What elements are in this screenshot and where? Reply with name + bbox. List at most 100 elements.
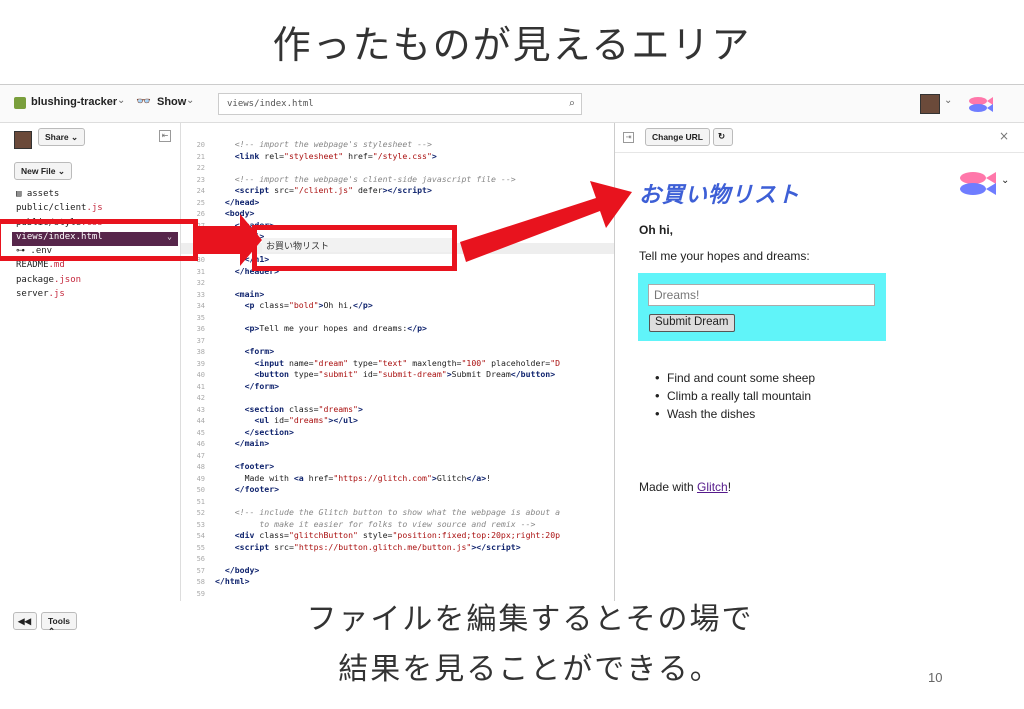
- code-line[interactable]: 50 </footer>: [181, 484, 614, 496]
- new-file-label: New File: [21, 166, 56, 176]
- chevron-down-icon[interactable]: ⌄: [117, 95, 125, 106]
- collapse-sidebar-icon[interactable]: ⇤: [159, 130, 171, 142]
- code-line[interactable]: 22: [181, 162, 614, 174]
- dream-input[interactable]: Dreams!: [648, 284, 875, 306]
- code-line[interactable]: 39 <input name="dream" type="text" maxle…: [181, 358, 614, 370]
- code-line[interactable]: 25 </head>: [181, 197, 614, 209]
- code-line[interactable]: 52 <!-- include the Glitch button to sho…: [181, 507, 614, 519]
- top-bar: blushing-tracker ⌄ 👓 Show ⌄ views/index.…: [0, 85, 1024, 123]
- code-line[interactable]: 55 <script src="https://button.glitch.me…: [181, 542, 614, 554]
- refresh-icon[interactable]: ↻: [713, 128, 733, 146]
- show-button[interactable]: Show: [157, 96, 186, 108]
- callout-file-highlight: [0, 219, 198, 261]
- file-path-search-input[interactable]: views/index.html ⌕: [218, 93, 582, 115]
- glitch-fish-logo-icon[interactable]: [966, 95, 994, 113]
- code-line[interactable]: 35: [181, 312, 614, 324]
- share-button[interactable]: Share ⌄: [38, 128, 86, 146]
- expand-icon[interactable]: ⇥: [623, 132, 634, 143]
- code-line[interactable]: 21 <link rel="stylesheet" href="/style.c…: [181, 151, 614, 163]
- line-number: 55: [196, 543, 205, 552]
- line-number: 22: [196, 164, 205, 172]
- code-text: <div class="glitchButton" style="positio…: [234, 530, 561, 540]
- code-line[interactable]: 42: [181, 392, 614, 404]
- line-number: 53: [196, 520, 205, 529]
- line-number: 32: [196, 279, 205, 287]
- close-icon[interactable]: ×: [999, 129, 1009, 143]
- file-item-readme[interactable]: README.md: [16, 260, 181, 274]
- footer-text: Made with: [639, 480, 698, 494]
- file-name: server: [16, 289, 49, 300]
- code-line[interactable]: 40 <button type="submit" id="submit-drea…: [181, 369, 614, 381]
- glitch-fish-logo-icon[interactable]: [957, 169, 997, 197]
- code-text: <script src="https://button.glitch.me/bu…: [234, 541, 521, 552]
- code-line[interactable]: 38 <form>: [181, 346, 614, 358]
- code-line[interactable]: 26 <body>: [181, 208, 614, 220]
- code-line[interactable]: 41 </form>: [181, 381, 614, 393]
- code-line[interactable]: 51: [181, 496, 614, 508]
- caption-line-2: 結果を見ることができる。: [338, 652, 722, 687]
- code-line[interactable]: 36 <p>Tell me your hopes and dreams:</p>: [181, 323, 614, 335]
- code-line[interactable]: 37: [181, 335, 614, 347]
- code-line[interactable]: 32: [181, 277, 614, 289]
- line-number: 43: [196, 405, 205, 414]
- line-number: 26: [196, 210, 205, 218]
- code-line[interactable]: 34 <p class="bold">Oh hi,</p>: [181, 300, 614, 312]
- code-line[interactable]: 57 </body>: [181, 565, 614, 577]
- rewind-button[interactable]: ◀◀: [13, 612, 37, 630]
- code-line[interactable]: 46 </main>: [181, 438, 614, 450]
- file-name: package: [16, 274, 54, 285]
- line-number: 59: [196, 589, 205, 598]
- avatar[interactable]: [14, 131, 32, 149]
- code-line[interactable]: 44 <ul id="dreams"></ul>: [181, 415, 614, 427]
- preview-content: お買い物リスト ⌄ Oh hi, Tell me your hopes and …: [615, 153, 1024, 601]
- new-file-button[interactable]: New File ⌄: [14, 162, 72, 180]
- code-line[interactable]: 56: [181, 553, 614, 565]
- file-name: public/client: [16, 203, 87, 214]
- file-item-package-json[interactable]: package.json: [16, 275, 181, 289]
- code-text: to make it easier for folks to view sour…: [234, 518, 536, 529]
- change-url-button[interactable]: Change URL: [645, 128, 710, 146]
- code-line[interactable]: 45 </section>: [181, 427, 614, 439]
- code-text: <button type="submit" id="submit-dream">…: [254, 369, 556, 379]
- chevron-down-icon[interactable]: ⌄: [1001, 175, 1009, 186]
- project-logo-icon[interactable]: [14, 97, 26, 109]
- line-number: 35: [196, 313, 205, 322]
- code-text: <body>: [224, 208, 255, 218]
- code-line[interactable]: 20 <!-- import the webpage's stylesheet …: [181, 139, 614, 151]
- file-item-client-js[interactable]: public/client.js: [16, 203, 181, 217]
- code-line[interactable]: 47: [181, 450, 614, 462]
- line-number: 21: [196, 152, 205, 161]
- code-line[interactable]: 23 <!-- import the webpage's client-side…: [181, 174, 614, 186]
- code-line[interactable]: 48 <footer>: [181, 461, 614, 473]
- file-item-assets[interactable]: ▤ assets: [16, 189, 181, 203]
- folder-icon: ▤: [16, 189, 27, 199]
- line-number: 31: [196, 267, 205, 276]
- sunglasses-icon[interactable]: 👓: [136, 94, 151, 108]
- chevron-down-icon[interactable]: ⌄: [944, 95, 952, 106]
- chevron-down-icon[interactable]: ⌄: [186, 95, 194, 106]
- line-number: 49: [196, 474, 205, 483]
- submit-dream-button[interactable]: Submit Dream: [649, 314, 735, 332]
- code-line[interactable]: 58 </html>: [181, 576, 614, 588]
- line-number: 40: [196, 371, 205, 379]
- code-text: <section class="dreams">: [244, 403, 363, 414]
- avatar[interactable]: [920, 94, 940, 114]
- code-editor[interactable]: 20 <!-- import the webpage's stylesheet …: [181, 123, 614, 601]
- code-line[interactable]: 49 Made with <a href="https://glitch.com…: [181, 473, 614, 485]
- code-line[interactable]: 33 <main>: [181, 289, 614, 301]
- code-line[interactable]: 53 to make it easier for folks to view s…: [181, 519, 614, 531]
- preview-footer: Made with Glitch!: [639, 480, 731, 494]
- slide-title: 作ったものが見えるエリア: [272, 23, 752, 67]
- file-item-server-js[interactable]: server.js: [16, 289, 181, 303]
- preview-toolbar: ⇥ Change URL ↻ ×: [615, 123, 1024, 153]
- code-line[interactable]: 43 <section class="dreams">: [181, 404, 614, 416]
- tools-button[interactable]: Tools ⌃: [41, 612, 78, 636]
- code-line[interactable]: 24 <script src="/client.js" defer></scri…: [181, 185, 614, 197]
- code-text: </html>: [215, 576, 250, 586]
- glitch-link[interactable]: Glitch: [697, 480, 728, 494]
- project-name[interactable]: blushing-tracker: [31, 96, 117, 108]
- search-icon[interactable]: ⌕: [568, 97, 575, 110]
- file-sidebar: Share ⌄ ⇤ New File ⌄ ▤ assets public/cli…: [0, 123, 181, 636]
- code-text: </head>: [224, 196, 260, 207]
- code-line[interactable]: 54 <div class="glitchButton" style="posi…: [181, 530, 614, 542]
